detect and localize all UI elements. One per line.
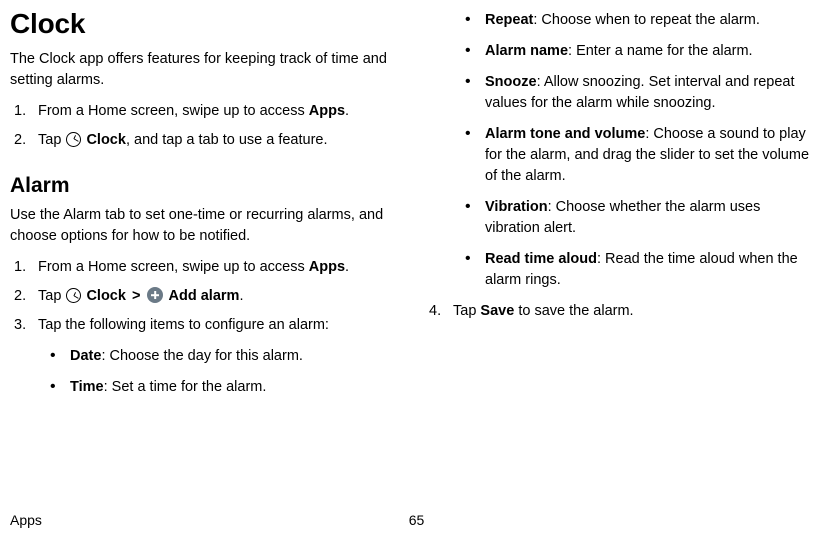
bullet-time: Time: Set a time for the alarm. [38,377,395,398]
page-title: Clock [10,4,395,45]
bullet-tone-volume-label: Alarm tone and volume [485,126,645,142]
step-1: From a Home screen, swipe up to access A… [10,101,395,122]
bullet-time-label: Time [70,379,104,395]
step-2-pre: Tap [38,132,65,148]
intro-text: The Clock app offers features for keepin… [10,49,395,91]
alarm-intro: Use the Alarm tab to set one-time or rec… [10,205,395,247]
alarm-step-2-post: . [239,288,243,304]
alarm-step-4: 4. Tap Save to save the alarm. [425,301,810,322]
bullet-alarm-name: Alarm name: Enter a name for the alarm. [453,41,810,62]
alarm-step-1-bold: Apps [309,259,345,275]
step-2: Tap Clock, and tap a tab to use a featur… [10,130,395,151]
bullet-read-aloud-label: Read time aloud [485,251,597,267]
bullet-time-desc: : Set a time for the alarm. [104,379,267,395]
alarm-step-1-post: . [345,259,349,275]
alarm-step-4-post: to save the alarm. [514,303,633,319]
left-column: Clock The Clock app offers features for … [0,0,395,408]
bullet-date: Date: Choose the day for this alarm. [38,346,395,367]
footer-page-number: 65 [409,512,425,528]
step-2-iconlabel: Clock [86,132,126,148]
two-column-layout: Clock The Clock app offers features for … [0,0,833,408]
page: Clock The Clock app offers features for … [0,0,833,542]
bullet-vibration: Vibration: Choose whether the alarm uses… [453,197,810,239]
alarm-step-3: Tap the following items to configure an … [10,315,395,398]
bullet-repeat: Repeat: Choose when to repeat the alarm. [453,10,810,31]
chevron-icon: > [126,288,147,304]
clock-icon [66,288,81,303]
footer-section: Apps [10,512,42,528]
alarm-steps: From a Home screen, swipe up to access A… [10,257,395,398]
step-1-post: . [345,103,349,119]
alarm-step-1-pre: From a Home screen, swipe up to access [38,259,309,275]
clock-steps: From a Home screen, swipe up to access A… [10,101,395,151]
alarm-step-2-label1: Clock [86,288,126,304]
bullet-read-aloud: Read time aloud: Read the time aloud whe… [453,249,810,291]
alarm-config-bullets-right: Repeat: Choose when to repeat the alarm.… [425,10,810,291]
bullet-date-desc: : Choose the day for this alarm. [101,348,303,364]
step-1-bold: Apps [309,103,345,119]
page-footer: Apps 65 [10,512,823,528]
bullet-alarm-name-label: Alarm name [485,43,568,59]
bullet-repeat-label: Repeat [485,12,533,28]
alarm-step-2-pre: Tap [38,288,65,304]
bullet-date-label: Date [70,348,101,364]
bullet-tone-volume: Alarm tone and volume: Choose a sound to… [453,124,810,187]
bullet-alarm-name-desc: : Enter a name for the alarm. [568,43,753,59]
alarm-heading: Alarm [10,171,395,201]
bullet-repeat-desc: : Choose when to repeat the alarm. [533,12,760,28]
clock-icon [66,132,81,147]
alarm-config-bullets-left: Date: Choose the day for this alarm. Tim… [38,346,395,398]
alarm-step-4-bold: Save [480,303,514,319]
alarm-step-3-text: Tap the following items to configure an … [38,317,329,333]
alarm-step-4-num: 4. [429,301,441,322]
bullet-vibration-label: Vibration [485,199,548,215]
add-icon [147,287,163,303]
bullet-snooze-label: Snooze [485,74,537,90]
right-column: Repeat: Choose when to repeat the alarm.… [425,0,820,408]
alarm-step-2-label2: Add alarm [169,288,240,304]
alarm-step-2: Tap Clock > Add alarm. [10,286,395,307]
alarm-step-4-pre: Tap [453,303,480,319]
step-1-pre: From a Home screen, swipe up to access [38,103,309,119]
alarm-step-1: From a Home screen, swipe up to access A… [10,257,395,278]
step-2-post2: , and tap a tab to use a feature. [126,132,328,148]
bullet-snooze: Snooze: Allow snoozing. Set interval and… [453,72,810,114]
